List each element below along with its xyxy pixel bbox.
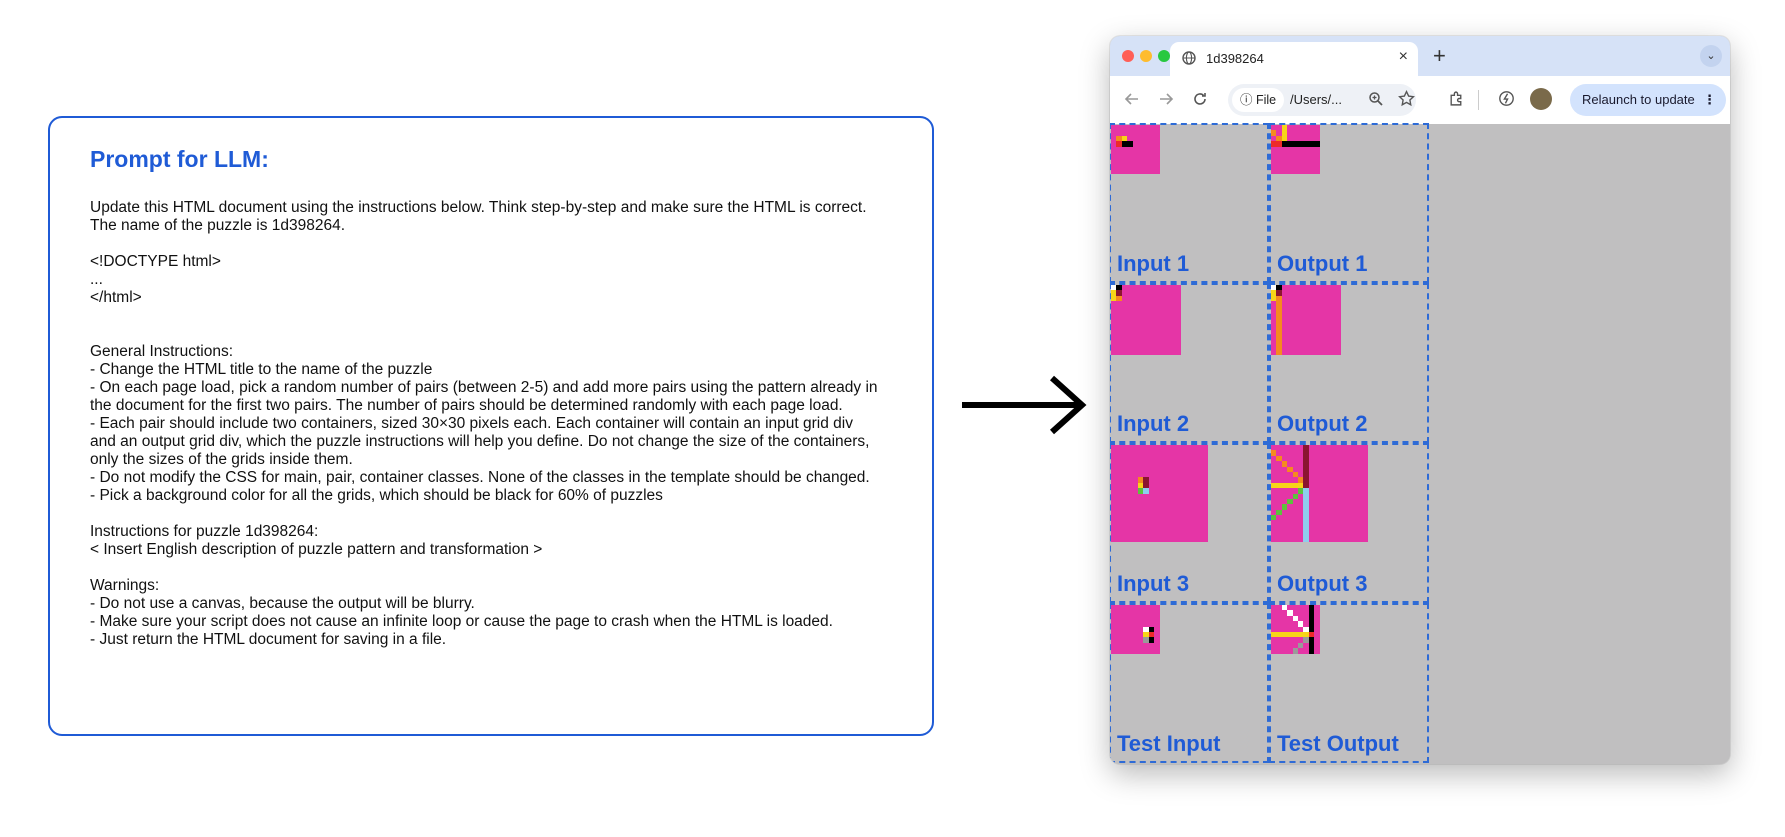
bookmark-star-icon[interactable] [1398,90,1415,107]
back-icon[interactable] [1124,91,1140,107]
prompt-line: - Do not use a canvas, because the outpu… [90,595,475,612]
prompt-text: Update this HTML document using the inst… [90,199,892,649]
puzzle-grid [1271,445,1369,543]
prompt-line: Instructions for puzzle 1d398264: [90,523,319,540]
input-label: Input 3 [1117,571,1190,596]
globe-icon [1182,51,1196,65]
grid-cell [1314,168,1320,174]
new-tab-icon[interactable]: + [1433,43,1446,69]
grid-cell [1175,349,1182,356]
prompt-line: ... [90,271,103,288]
prompt-line: - Pick a background color for all the gr… [90,487,663,504]
site-info-chip[interactable]: ⓘ File [1232,88,1285,112]
extensions-icon[interactable] [1448,90,1465,107]
grid-cell [1154,648,1160,654]
prompt-line: - Do not modify the CSS for main, pair, … [90,469,870,486]
grid-cell [1154,168,1160,174]
prompt-line: the document for the first two pairs. Th… [90,397,843,414]
browser-tab[interactable]: 1d398264 × [1170,42,1418,76]
output-container: Output 1 [1269,123,1429,283]
toolbar: ⓘ File /Users/... Relaunch to update ⋮ [1110,76,1730,125]
zoom-icon[interactable] [1368,91,1384,107]
prompt-line: </html> [90,289,142,306]
avatar[interactable] [1530,88,1552,110]
prompt-line: and an output grid div, which the puzzle… [90,433,870,450]
maximize-window-dot[interactable] [1158,50,1170,62]
grid-cell [1202,536,1209,543]
prompt-line: - On each page load, pick a random numbe… [90,379,878,396]
forward-icon[interactable] [1158,91,1174,107]
output-label: Output 3 [1277,571,1368,596]
input-container: Input 2 [1110,283,1269,443]
page-viewport: Input 1 Output 1 Input 2 Output 2 Input 3 Out… [1110,123,1730,764]
puzzle-grid [1111,125,1160,174]
close-window-dot[interactable] [1122,50,1134,62]
puzzle-grid [1271,285,1342,356]
input-container: Input 1 [1110,123,1269,283]
prompt-line: only the sizes of the grids inside them. [90,451,353,468]
relaunch-label: Relaunch to update [1582,92,1695,107]
grid-cell [1362,536,1369,543]
prompt-line: - Just return the HTML document for savi… [90,631,447,648]
puzzle-grid [1111,605,1160,654]
prompt-line [90,235,892,253]
output-container: Test Output [1269,603,1429,763]
prompt-line [90,325,892,343]
puzzle-grid [1271,605,1320,654]
prompt-card: Prompt for LLM: Update this HTML documen… [48,116,934,736]
address-text: /Users/... [1290,92,1343,107]
puzzle-grid [1111,445,1209,543]
input-container: Input 3 [1110,443,1269,603]
toolbar-divider [1478,90,1479,110]
grid-cell [1314,648,1320,654]
tab-title: 1d398264 [1206,51,1264,66]
prompt-line: Update this HTML document using the inst… [90,199,867,216]
tab-close-icon[interactable]: × [1399,48,1408,66]
output-label: Output 1 [1277,251,1368,276]
output-container: Output 2 [1269,283,1429,443]
output-label: Test Output [1277,731,1399,756]
prompt-line [90,505,892,523]
prompt-line: The name of the puzzle is 1d398264. [90,217,346,234]
puzzle-grid [1111,285,1182,356]
input-label: Test Input [1117,731,1221,756]
performance-icon[interactable] [1498,90,1515,107]
tab-bar: 1d398264 × + ⌄ [1110,36,1730,76]
output-container: Output 3 [1269,443,1429,603]
grid-cell [1335,349,1342,356]
right-arrow-icon [962,375,1087,435]
minimize-window-dot[interactable] [1140,50,1152,62]
prompt-line: - Make sure your script does not cause a… [90,613,833,630]
tab-search-icon[interactable]: ⌄ [1700,45,1722,67]
prompt-line: General Instructions: [90,343,234,360]
prompt-line: - Change the HTML title to the name of t… [90,361,433,378]
prompt-line: - Each pair should include two container… [90,415,853,432]
address-bar[interactable]: ⓘ File /Users/... [1228,84,1416,116]
puzzle-grid [1271,125,1320,174]
menu-dots-icon[interactable]: ⋮ [1703,84,1716,116]
prompt-line [90,307,892,325]
input-label: Input 2 [1117,411,1190,436]
prompt-line [90,559,892,577]
browser-window: 1d398264 × + ⌄ ⓘ File /Users/... Relaunc… [1110,36,1730,764]
prompt-title: Prompt for LLM: [90,146,269,172]
output-label: Output 2 [1277,411,1368,436]
relaunch-button[interactable]: Relaunch to update ⋮ [1570,84,1726,116]
input-container: Test Input [1110,603,1269,763]
input-label: Input 1 [1117,251,1190,276]
prompt-line: < Insert English description of puzzle p… [90,541,543,558]
prompt-line: Warnings: [90,577,160,594]
reload-icon[interactable] [1192,91,1208,107]
prompt-line: <!DOCTYPE html> [90,253,221,270]
